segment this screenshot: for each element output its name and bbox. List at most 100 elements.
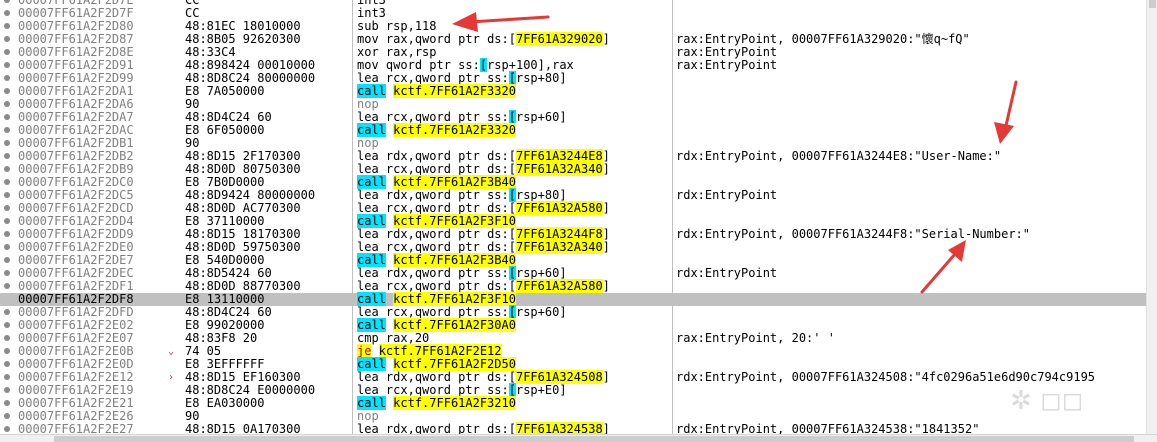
disasm-row[interactable]: 00007FF61A2F2E12 › 48:8D15 EF160300 lea rdx… [0, 370, 1146, 384]
disasm-row[interactable]: 00007FF61A2F2DE0 48:8D0D 59750300 lea rcx,… [0, 240, 1146, 254]
row-marker[interactable] [0, 410, 17, 423]
instruction-cell[interactable]: lea rdx,qword ptr ds:[7FF61A324538] [357, 422, 610, 434]
breakpoint-dot-icon[interactable] [4, 75, 10, 81]
disasm-row[interactable]: 00007FF61A2F2DF1 48:8D0D 88770300 lea rcx,… [0, 279, 1146, 293]
breakpoint-dot-icon[interactable] [4, 88, 10, 94]
breakpoint-dot-icon[interactable] [4, 309, 10, 315]
row-marker[interactable] [0, 59, 17, 72]
breakpoint-dot-icon[interactable] [4, 153, 10, 159]
breakpoint-dot-icon[interactable] [4, 270, 10, 276]
breakpoint-dot-icon[interactable] [4, 192, 10, 198]
row-marker[interactable] [0, 33, 17, 46]
disasm-row[interactable]: 00007FF61A2F2DA7 48:8D4C24 60 lea rcx,qwor… [0, 110, 1146, 124]
disasm-row[interactable]: 00007FF61A2F2E27 48:8D15 0A170300 lea rdx,… [0, 422, 1146, 434]
row-marker[interactable] [0, 358, 17, 371]
row-marker[interactable] [0, 228, 17, 241]
breakpoint-dot-icon[interactable] [4, 231, 10, 237]
disasm-row[interactable]: 00007FF61A2F2DC0 E8 7B0D0000 call kctf.7FF… [0, 175, 1146, 189]
vertical-scrollbar[interactable] [1146, 0, 1157, 434]
operand-target[interactable]: kctf.7FF61A2F3F10 [393, 292, 516, 306]
row-marker[interactable] [0, 189, 17, 202]
breakpoint-dot-icon[interactable] [4, 374, 10, 380]
breakpoint-dot-icon[interactable] [4, 62, 10, 68]
operand-target[interactable]: 7FF61A32A340 [515, 240, 603, 254]
breakpoint-dot-icon[interactable] [4, 413, 10, 419]
row-marker[interactable] [0, 150, 17, 163]
row-marker[interactable] [0, 20, 17, 33]
row-marker[interactable] [0, 7, 17, 20]
row-marker[interactable] [0, 306, 17, 319]
operand-target[interactable]: 7FF61A324538 [515, 422, 603, 434]
breakpoint-dot-icon[interactable] [4, 257, 10, 263]
row-marker[interactable] [0, 384, 17, 397]
disasm-row[interactable]: 00007FF61A2F2E0B ⌄ 74 05 je kctf.7FF61A2F2E… [0, 344, 1146, 358]
disasm-row[interactable]: 00007FF61A2F2D87 48:8B05 92620300 mov rax,… [0, 32, 1146, 46]
operand-target[interactable]: 7FF61A329020 [515, 32, 603, 46]
operand-target[interactable]: kctf.7FF61A2F3B40 [393, 253, 516, 267]
operand-target[interactable]: kctf.7FF61A2F3F10 [393, 214, 516, 228]
row-marker[interactable] [0, 319, 17, 332]
disasm-row[interactable]: 00007FF61A2F2E19 48:8D8C24 E0000000 lea rc… [0, 383, 1146, 397]
operand-target[interactable]: 7FF61A3244E8 [515, 149, 603, 163]
operand-target[interactable]: 7FF61A32A580 [515, 279, 603, 293]
breakpoint-dot-icon[interactable] [4, 140, 10, 146]
row-marker[interactable] [0, 371, 17, 384]
horizontal-scrollbar[interactable] [0, 434, 1157, 442]
horizontal-scrollbar-thumb[interactable] [54, 436, 1134, 442]
disasm-row[interactable]: 00007FF61A2F2D7F CC int3 [0, 7, 1146, 20]
breakpoint-dot-icon[interactable] [4, 205, 10, 211]
disasm-row[interactable]: 00007FF61A2F2DA1 E8 7A050000 call kctf.7FF… [0, 84, 1146, 98]
breakpoint-dot-icon[interactable] [4, 426, 10, 432]
row-marker[interactable] [0, 72, 17, 85]
breakpoint-dot-icon[interactable] [4, 348, 10, 354]
row-marker[interactable] [0, 254, 17, 267]
disasm-row[interactable]: 00007FF61A2F2DCD 48:8D0D AC770300 lea rcx,… [0, 201, 1146, 215]
row-marker[interactable] [0, 345, 17, 358]
row-marker[interactable] [0, 0, 17, 7]
row-marker[interactable] [0, 280, 17, 293]
breakpoint-dot-icon[interactable] [4, 166, 10, 172]
breakpoint-dot-icon[interactable] [4, 127, 10, 133]
row-marker[interactable] [0, 124, 17, 137]
row-marker[interactable] [0, 137, 17, 150]
disasm-row[interactable]: 00007FF61A2F2E21 E8 EA030000 call kctf.7FF… [0, 396, 1146, 410]
row-marker[interactable] [0, 267, 17, 280]
disasm-row[interactable]: 00007FF61A2F2E07 48:83F8 20 cmp rax,20 rax:… [0, 332, 1146, 345]
disasm-row[interactable]: 00007FF61A2F2DFD 48:8D4C24 60 lea rcx,qwor… [0, 305, 1146, 319]
operand-target[interactable]: 7FF61A32A340 [515, 162, 603, 176]
row-marker[interactable] [0, 293, 17, 306]
breakpoint-dot-icon[interactable] [4, 283, 10, 289]
breakpoint-dot-icon[interactable] [4, 322, 10, 328]
instruction-cell[interactable]: call kctf.7FF61A2F3210 [357, 396, 516, 410]
disasm-row[interactable]: 00007FF61A2F2D7E CC int3 [0, 0, 1146, 7]
operand-target[interactable]: kctf.7FF61A2F3320 [393, 123, 516, 137]
row-marker[interactable] [0, 85, 17, 98]
breakpoint-dot-icon[interactable] [4, 244, 10, 250]
disassembly-view[interactable]: 00007FF61A2F2D7E CC int3 00007FF61A2F2D7F CC… [0, 0, 1146, 434]
row-marker[interactable] [0, 215, 17, 228]
disasm-row[interactable]: 00007FF61A2F2DA6 90 nop [0, 98, 1146, 111]
breakpoint-dot-icon[interactable] [4, 361, 10, 367]
breakpoint-dot-icon[interactable] [4, 36, 10, 42]
operand-target[interactable]: kctf.7FF61A2F3210 [393, 396, 516, 410]
disasm-row[interactable]: 00007FF61A2F2D99 48:8D8C24 80000000 lea rc… [0, 71, 1146, 85]
row-marker[interactable] [0, 332, 17, 345]
operand-target[interactable]: 7FF61A324508 [515, 370, 603, 384]
operand-target[interactable]: 7FF61A32A580 [515, 201, 603, 215]
row-marker[interactable] [0, 423, 17, 434]
disasm-row[interactable]: 00007FF61A2F2DAC E8 6F050000 call kctf.7FF… [0, 123, 1146, 137]
operand-target[interactable]: kctf.7FF61A2F3320 [393, 84, 516, 98]
operand-target[interactable]: kctf.7FF61A2F30A0 [393, 318, 516, 332]
breakpoint-dot-icon[interactable] [4, 101, 10, 107]
row-marker[interactable] [0, 397, 17, 410]
operand-target[interactable]: kctf.7FF61A2F2E12 [378, 344, 502, 358]
disasm-row[interactable]: 00007FF61A2F2D91 48:898424 00010000 mov qw… [0, 58, 1146, 72]
row-marker[interactable] [0, 46, 17, 59]
row-marker[interactable] [0, 202, 17, 215]
operand-target[interactable]: kctf.7FF61A2F2D50 [393, 357, 516, 371]
instruction-cell[interactable]: call kctf.7FF61A2F3320 [357, 84, 516, 98]
breakpoint-dot-icon[interactable] [4, 23, 10, 29]
operand-target[interactable]: kctf.7FF61A2F3B40 [393, 175, 516, 189]
breakpoint-dot-icon[interactable] [4, 10, 10, 16]
disasm-row[interactable]: 00007FF61A2F2DE7 E8 540D0000 call kctf.7FF… [0, 253, 1146, 267]
